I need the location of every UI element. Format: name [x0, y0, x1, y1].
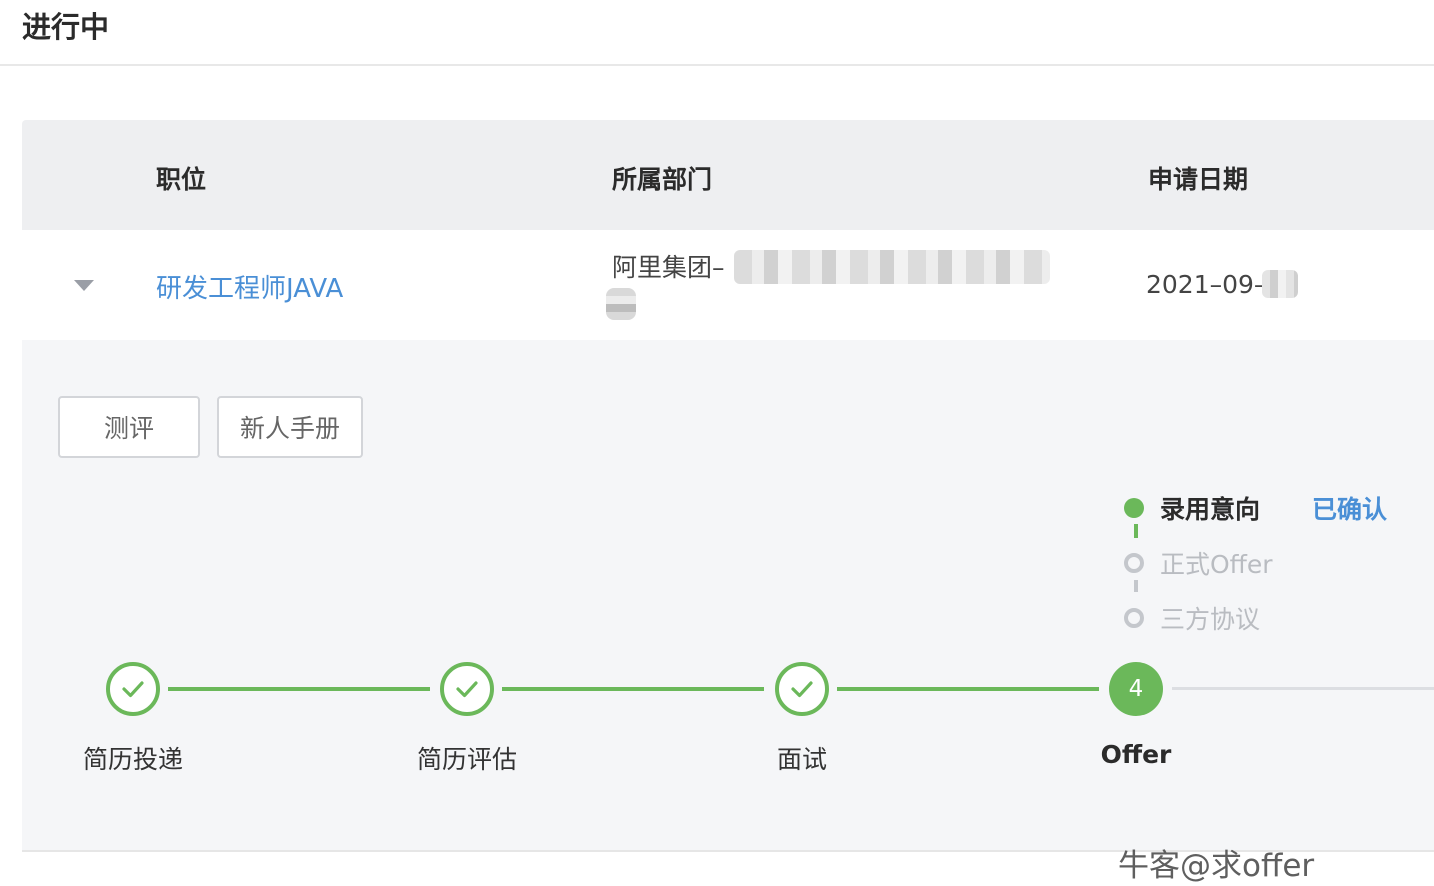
step-label: Offer	[1100, 740, 1172, 769]
substep-label: 录用意向	[1160, 495, 1261, 524]
substep-status[interactable]: 已确认	[1312, 490, 1387, 526]
substep-label: 三方协议	[1160, 605, 1261, 634]
check-icon	[791, 681, 813, 698]
evaluation-button[interactable]: 测评	[58, 396, 200, 458]
table-row: 研发工程师JAVA 阿里集团– 2021–09–	[22, 230, 1434, 340]
pending-dot-icon	[1124, 553, 1144, 573]
redacted-department	[734, 250, 1050, 284]
step-line	[1172, 687, 1434, 690]
step-offer: 4	[1109, 662, 1163, 716]
done-dot-icon	[1124, 498, 1144, 518]
job-title-link[interactable]: 研发工程师JAVA	[156, 268, 343, 305]
page-title: 进行中	[22, 10, 110, 44]
step-label: 简历投递	[82, 745, 183, 774]
handbook-button[interactable]: 新人手册	[217, 396, 363, 458]
pending-dot-icon	[1124, 608, 1144, 628]
step-resume-review	[440, 662, 494, 716]
offer-substep-intent: 录用意向	[1124, 490, 1260, 526]
step-line	[168, 687, 430, 691]
offer-substep-formal: 正式Offer	[1124, 545, 1273, 581]
detail-panel: 测评 新人手册 录用意向 已确认 正式Offer 三方协议 4 简历投递 简历评…	[22, 340, 1434, 852]
watermark: 牛客@求offer	[1118, 848, 1315, 884]
header-position: 职位	[156, 165, 207, 194]
offer-substep-tripartite: 三方协议	[1124, 600, 1260, 636]
apply-date: 2021–09–	[1146, 270, 1267, 299]
header-department: 所属部门	[612, 165, 713, 194]
step-interview	[775, 662, 829, 716]
substep-connector	[1134, 580, 1138, 592]
check-icon	[456, 681, 478, 698]
header-date: 申请日期	[1148, 165, 1249, 194]
substep-label: 正式Offer	[1160, 550, 1273, 579]
step-label: 面试	[776, 745, 827, 774]
title-divider	[0, 64, 1434, 66]
step-label: 简历评估	[416, 745, 517, 774]
table-header: 职位 所属部门 申请日期	[22, 120, 1434, 230]
redacted-department-line2	[606, 288, 636, 320]
expand-caret-icon[interactable]	[74, 280, 94, 291]
department-text: 阿里集团–	[612, 253, 725, 282]
step-line	[837, 687, 1099, 691]
redacted-date	[1262, 270, 1298, 298]
substep-connector	[1134, 524, 1138, 538]
check-icon	[122, 681, 144, 698]
step-line	[502, 687, 764, 691]
step-resume-submit	[106, 662, 160, 716]
